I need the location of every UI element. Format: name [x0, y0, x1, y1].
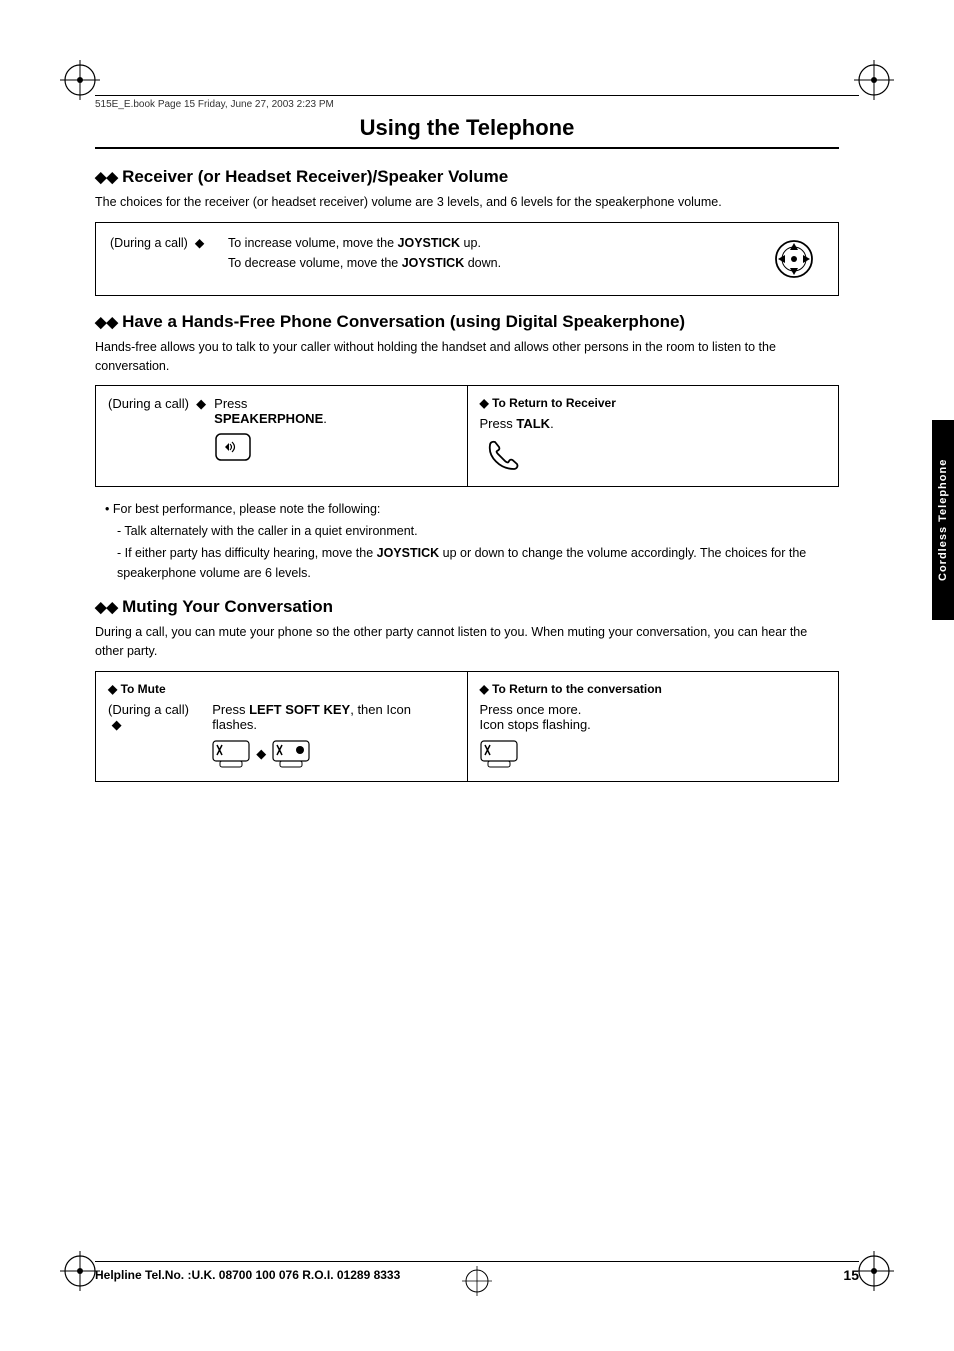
- speakerphone-button-icon: [214, 432, 327, 465]
- speakerphone-bullets: For best performance, please note the fo…: [105, 499, 839, 583]
- joystick-icon: [764, 233, 824, 285]
- bullet-item-2: Talk alternately with the caller in a qu…: [117, 521, 839, 541]
- return-receiver-header: ◆ To Return to Receiver: [480, 396, 827, 410]
- page-title: Using the Telephone: [95, 115, 839, 149]
- receiver-text: To increase volume, move the JOYSTICK up…: [228, 233, 756, 273]
- diamonds-icon-3: ◆◆: [95, 598, 118, 616]
- bullet-item-1: For best performance, please note the fo…: [105, 499, 839, 519]
- talk-button-icon: [480, 437, 827, 476]
- speakerphone-desc: Hands-free allows you to talk to your ca…: [95, 338, 839, 376]
- receiver-box-row: (During a call) ◆ To increase volume, mo…: [110, 233, 824, 285]
- bullet-item-3: If either party has difficulty hearing, …: [117, 543, 839, 583]
- return-conversation-header: ◆ To Return to the conversation: [480, 682, 827, 696]
- muting-box-wrapper: ◆ To Mute (During a call) ◆ Press LEFT S…: [95, 671, 839, 782]
- corner-mark-bottom-right: [854, 1251, 894, 1291]
- to-mute-header: ◆ To Mute: [108, 682, 455, 696]
- helpline-text: Helpline Tel.No. :U.K. 08700 100 076 R.O…: [95, 1268, 400, 1282]
- speakerphone-right-col: ◆ To Return to Receiver Press TALK.: [468, 386, 839, 486]
- footer: Helpline Tel.No. :U.K. 08700 100 076 R.O…: [95, 1261, 859, 1283]
- mute-icons-row: ◆: [212, 740, 454, 768]
- muting-box: ◆ To Mute (During a call) ◆ Press LEFT S…: [95, 671, 839, 782]
- receiver-instr-box: (During a call) ◆ To increase volume, mo…: [95, 222, 839, 296]
- corner-mark-top-left: [60, 60, 100, 100]
- speakerphone-box: (During a call) ◆ Press SPEAKERPHONE.: [95, 385, 839, 487]
- diamonds-icon-2: ◆◆: [95, 313, 118, 331]
- receiver-label: (During a call) ◆: [110, 233, 220, 253]
- mute-stopped-icon: [480, 740, 827, 771]
- section-muting-heading: ◆◆ Muting Your Conversation: [95, 597, 839, 617]
- speakerphone-press-text: Press SPEAKERPHONE.: [214, 396, 327, 465]
- corner-mark-bottom-left: [60, 1251, 100, 1291]
- mute-button-icon-2: [272, 740, 310, 768]
- speakerphone-label: (During a call) ◆: [108, 396, 206, 412]
- diamonds-icon: ◆◆: [95, 168, 118, 186]
- mute-button-icon-1: [212, 740, 250, 768]
- speakerphone-left-col: (During a call) ◆ Press SPEAKERPHONE.: [96, 386, 468, 486]
- muting-left-col: ◆ To Mute (During a call) ◆ Press LEFT S…: [96, 672, 468, 781]
- header-text: 515E_E.book Page 15 Friday, June 27, 200…: [95, 99, 334, 110]
- corner-mark-top-right: [854, 60, 894, 100]
- main-content: Using the Telephone ◆◆ Receiver (or Head…: [95, 115, 839, 1251]
- muting-desc: During a call, you can mute your phone s…: [95, 623, 839, 661]
- muting-right-col: ◆ To Return to the conversation Press on…: [468, 672, 839, 781]
- receiver-desc: The choices for the receiver (or headset…: [95, 193, 839, 212]
- section-receiver-heading: ◆◆ Receiver (or Headset Receiver)/Speake…: [95, 167, 839, 187]
- muting-press-text: Press LEFT SOFT KEY, then Icon flashes.: [212, 702, 454, 768]
- muting-label: (During a call) ◆: [108, 702, 204, 733]
- header-bar: 515E_E.book Page 15 Friday, June 27, 200…: [95, 95, 859, 110]
- section-speakerphone-heading: ◆◆ Have a Hands-Free Phone Conversation …: [95, 312, 839, 332]
- side-tab: Cordless Telephone: [932, 420, 954, 620]
- page-number: 15: [843, 1267, 859, 1283]
